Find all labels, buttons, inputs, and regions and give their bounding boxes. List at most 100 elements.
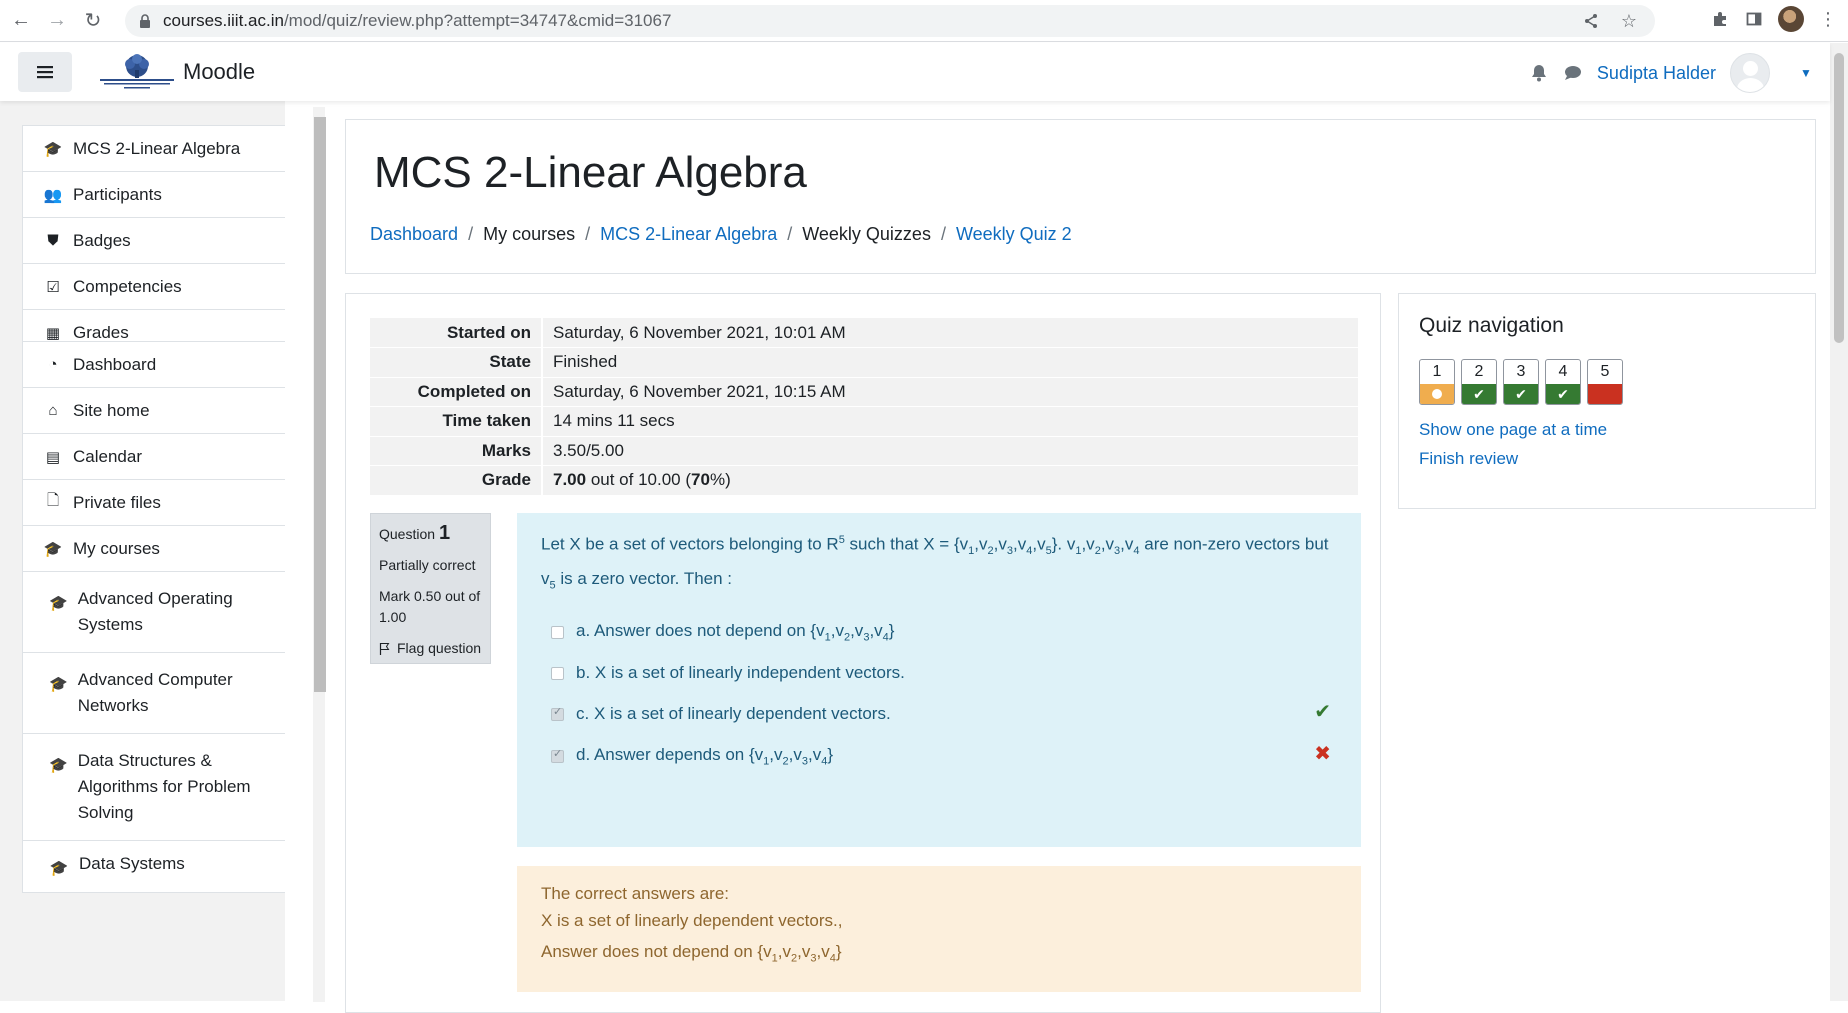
answer-option-c[interactable]: c. X is a set of linearly dependent vect… xyxy=(551,704,891,724)
breadcrumb-item[interactable]: Weekly Quiz 2 xyxy=(956,224,1072,245)
user-menu-caret-icon[interactable]: ▼ xyxy=(1796,63,1816,83)
reload-icon[interactable]: ↻ xyxy=(78,6,108,36)
back-icon[interactable]: ← xyxy=(6,6,36,36)
home-icon: ⌂ xyxy=(48,402,58,419)
quiz-nav-number: 2 xyxy=(1474,363,1484,380)
summary-value: Saturday, 6 November 2021, 10:15 AM xyxy=(541,377,1358,407)
question-status: Partially correct xyxy=(379,557,476,573)
breadcrumb-separator: / xyxy=(940,224,946,244)
page-title: MCS 2-Linear Algebra xyxy=(374,148,807,197)
summary-value: 3.50/5.00 xyxy=(541,436,1358,466)
partial-dot-icon xyxy=(1420,384,1454,404)
user-avatar[interactable] xyxy=(1730,53,1770,93)
flag-icon xyxy=(379,643,390,655)
sidebar-course-advanced-operating-systems[interactable]: 🎓 Advanced Operating Systems xyxy=(23,572,285,653)
incorrect-status xyxy=(1588,384,1622,404)
summary-label: Time taken xyxy=(370,406,542,437)
question-text: Let X be a set of vectors belonging to R… xyxy=(541,534,1329,592)
side-panel-icon[interactable] xyxy=(1744,9,1764,29)
sidebar-course-label: Advanced Operating Systems xyxy=(77,589,233,634)
summary-value: Saturday, 6 November 2021, 10:01 AM xyxy=(541,318,1358,348)
sidebar-item-site-home[interactable]: ⌂ Site home xyxy=(23,388,285,434)
feedback-line-1: X is a set of linearly dependent vectors… xyxy=(541,911,843,930)
share-icon[interactable] xyxy=(1581,11,1601,31)
sidebar-item-competencies[interactable]: ☑ Competencies xyxy=(23,264,285,310)
question-content: Let X be a set of vectors belonging to R… xyxy=(517,513,1361,847)
sidebar-item-dashboard[interactable]: ◔ Dashboard xyxy=(23,342,285,388)
quiz-nav-question-3[interactable]: 3 ✔ xyxy=(1503,359,1539,405)
file-icon: 🗋 xyxy=(46,492,60,509)
correct-check-icon: ✔ xyxy=(1314,701,1331,723)
users-icon: 👥 xyxy=(43,186,63,204)
table-icon: ▦ xyxy=(45,325,61,342)
breadcrumb-item[interactable]: MCS 2-Linear Algebra xyxy=(600,224,777,245)
answer-option-d[interactable]: d. Answer depends on {v1,v2,v3,v4} xyxy=(551,745,833,767)
option-d-label: d. Answer depends on {v1,v2,v3,v4} xyxy=(576,745,834,768)
breadcrumb-item[interactable]: Dashboard xyxy=(370,224,458,245)
address-bar[interactable]: courses.iiit.ac.in/mod/quiz/review.php?a… xyxy=(125,5,1655,37)
summary-row: State Finished xyxy=(370,347,1358,378)
sidebar-course-data-systems[interactable]: 🎓 Data Systems xyxy=(23,841,285,892)
quiz-nav-number: 4 xyxy=(1558,363,1568,380)
quiz-review-region: Started on Saturday, 6 November 2021, 10:… xyxy=(345,293,1381,1013)
summary-label: Completed on xyxy=(370,377,542,407)
sidebar-course-advanced-computer-networks[interactable]: 🎓 Advanced Computer Networks xyxy=(23,653,285,734)
sidebar-course-data-structures-algorithms-for-problem-solving[interactable]: 🎓 Data Structures & Algorithms for Proble… xyxy=(23,734,285,841)
question-info: Question 1 Partially correct Mark 0.50 o… xyxy=(370,513,491,664)
sidebar-item-badges[interactable]: ⛊ Badges xyxy=(23,218,285,264)
profile-avatar[interactable] xyxy=(1778,6,1804,32)
sidebar-course-label: Data Systems xyxy=(79,854,185,873)
breadcrumb-separator: / xyxy=(787,224,793,244)
sidebar-item-label: Private files xyxy=(73,492,161,512)
institute-logo[interactable] xyxy=(98,52,176,92)
drawer-toggle-button[interactable] xyxy=(18,52,72,92)
summary-row: Started on Saturday, 6 November 2021, 10:… xyxy=(370,318,1358,348)
quiz-nav-question-5[interactable]: 5 xyxy=(1587,359,1623,405)
sidebar-item-my-courses[interactable]: 🎓 My courses xyxy=(23,526,285,572)
sidebar-item-calendar[interactable]: ▤ Calendar xyxy=(23,434,285,480)
sidebar-item-private-files[interactable]: 🗋 Private files xyxy=(23,480,285,526)
sidebar-item-label: Competencies xyxy=(73,276,182,296)
nav-drawer: 🎓 MCS 2-Linear Algebra 👥 Participants ⛊ Badge… xyxy=(0,101,285,1001)
graduation-cap-icon: 🎓 xyxy=(49,676,68,693)
flag-question-link[interactable]: Flag question xyxy=(379,638,482,659)
summary-row-grade: Grade 7.00 out of 10.00 (70%) xyxy=(370,465,1358,496)
answer-option-b[interactable]: b. X is a set of linearly independent ve… xyxy=(551,663,905,683)
quiz-nav-question-1[interactable]: 1 xyxy=(1419,359,1455,405)
option-c-checkbox[interactable] xyxy=(551,705,564,721)
user-menu-name[interactable]: Sudipta Halder xyxy=(1597,63,1716,84)
messages-icon[interactable] xyxy=(1563,63,1583,83)
drawer-scrollbar[interactable] xyxy=(313,107,326,1002)
site-brand[interactable]: Moodle xyxy=(183,59,255,85)
extensions-icon[interactable] xyxy=(1710,9,1730,29)
forward-icon[interactable]: → xyxy=(42,6,72,36)
quiz-nav-question-4[interactable]: 4 ✔ xyxy=(1545,359,1581,405)
option-d-checkbox[interactable] xyxy=(551,747,564,763)
chrome-menu-icon[interactable]: ⋮ xyxy=(1818,9,1838,29)
notifications-bell-icon[interactable] xyxy=(1529,63,1549,83)
option-b-label: b. X is a set of linearly independent ve… xyxy=(576,663,905,682)
graduation-cap-icon: 🎓 xyxy=(43,540,63,558)
option-a-checkbox[interactable] xyxy=(551,625,564,639)
sidebar-item-participants[interactable]: 👥 Participants xyxy=(23,172,285,218)
bookmark-star-icon[interactable]: ☆ xyxy=(1619,11,1639,31)
sidebar-item-label: Grades xyxy=(73,323,129,342)
answer-option-a[interactable]: a. Answer does not depend on {v1,v2,v3,v… xyxy=(551,621,894,643)
show-one-page-link[interactable]: Show one page at a time xyxy=(1419,420,1607,440)
finish-review-link[interactable]: Finish review xyxy=(1419,449,1518,469)
breadcrumb-separator: / xyxy=(468,224,474,244)
page-header: MCS 2-Linear Algebra Dashboard / My course… xyxy=(345,119,1816,274)
url-path: /mod/quiz/review.php?attempt=34747&cmid=… xyxy=(283,11,672,30)
option-b-checkbox[interactable] xyxy=(551,666,564,680)
sidebar-item-label: My courses xyxy=(73,538,160,558)
quiz-nav-question-2[interactable]: 2 ✔ xyxy=(1461,359,1497,405)
summary-value: Finished xyxy=(541,347,1358,378)
course-nav-group: 🎓 MCS 2-Linear Algebra 👥 Participants ⛊ Badge… xyxy=(22,125,285,357)
quiz-nav-number: 1 xyxy=(1432,363,1442,380)
quiz-navigation-title: Quiz navigation xyxy=(1419,314,1564,337)
option-c-label: c. X is a set of linearly dependent vect… xyxy=(576,704,891,723)
sidebar-item-mcs-2-linear-algebra[interactable]: 🎓 MCS 2-Linear Algebra xyxy=(23,126,285,172)
dashboard-icon: ◔ xyxy=(48,356,58,373)
page-scrollbar[interactable] xyxy=(1830,43,1848,1001)
question-mark: Mark 0.50 out of 1.00 xyxy=(379,588,481,625)
